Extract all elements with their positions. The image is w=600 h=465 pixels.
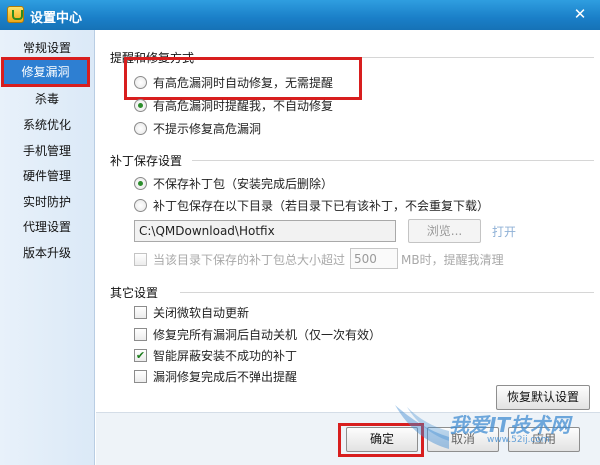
cleanup-label-pre: 当该目录下保存的补丁包总大小超过 bbox=[153, 253, 346, 267]
cleanup-label-post: MB时，提醒我清理 bbox=[401, 253, 504, 267]
checkbox-auto-shutdown[interactable]: 修复完所有漏洞后自动关机（仅一次有效） bbox=[134, 326, 381, 343]
radio-no-save-label: 不保存补丁包（安装完成后删除） bbox=[153, 177, 334, 191]
browse-button[interactable]: 浏览... bbox=[408, 219, 481, 243]
checkbox-no-popup[interactable]: 漏洞修复完成后不弹出提醒 bbox=[134, 368, 297, 385]
wings-logo-icon bbox=[395, 405, 449, 449]
sidebar-item-proxy[interactable]: 代理设置 bbox=[0, 215, 94, 239]
highlight-frame bbox=[124, 57, 362, 100]
sidebar-item-hardware[interactable]: 硬件管理 bbox=[0, 164, 94, 188]
checkbox-disable-ms-update-label: 关闭微软自动更新 bbox=[153, 306, 250, 320]
radio-no-prompt[interactable]: 不提示修复高危漏洞 bbox=[134, 120, 261, 137]
sidebar-item-antivirus[interactable]: 杀毒 bbox=[0, 87, 94, 111]
checkbox-box bbox=[134, 306, 147, 319]
radio-dot bbox=[134, 199, 147, 212]
radio-remind-me-label: 有高危漏洞时提醒我，不自动修复 bbox=[153, 99, 334, 113]
open-folder-link[interactable]: 打开 bbox=[492, 223, 516, 240]
sidebar: 常规设置 修复漏洞 杀毒 系统优化 手机管理 硬件管理 实时防护 代理设置 版本… bbox=[0, 30, 95, 465]
patch-path-input[interactable] bbox=[134, 220, 396, 242]
radio-no-prompt-label: 不提示修复高危漏洞 bbox=[153, 122, 262, 136]
close-icon[interactable]: ✕ bbox=[568, 4, 592, 24]
divider bbox=[180, 292, 594, 293]
sidebar-item-upgrade[interactable]: 版本升级 bbox=[0, 241, 94, 265]
sidebar-item-phone[interactable]: 手机管理 bbox=[0, 139, 94, 163]
sidebar-item-general[interactable]: 常规设置 bbox=[0, 36, 94, 60]
window-title: 设置中心 bbox=[30, 11, 83, 26]
sidebar-item-realtime[interactable]: 实时防护 bbox=[0, 190, 94, 214]
checkbox-auto-shutdown-label: 修复完所有漏洞后自动关机（仅一次有效） bbox=[153, 328, 382, 342]
checkbox-disable-ms-update[interactable]: 关闭微软自动更新 bbox=[134, 304, 249, 321]
checkbox-box bbox=[134, 253, 147, 266]
checkbox-box bbox=[134, 370, 147, 383]
watermark-sub: www.52ij.com bbox=[487, 435, 550, 445]
sidebar-item-system-optimize[interactable]: 系统优化 bbox=[0, 113, 94, 137]
cleanup-size-input[interactable] bbox=[350, 248, 398, 269]
patch-save-title: 补丁保存设置 bbox=[110, 154, 183, 168]
divider bbox=[192, 160, 594, 161]
checkbox-no-popup-label: 漏洞修复完成后不弹出提醒 bbox=[153, 370, 298, 384]
radio-dot bbox=[134, 122, 147, 135]
checkbox-box bbox=[134, 328, 147, 341]
radio-dot-selected bbox=[134, 99, 147, 112]
radio-save-to-dir-label: 补丁包保存在以下目录（若目录下已有该补丁，不会重复下载） bbox=[153, 199, 490, 213]
shield-app-icon bbox=[7, 6, 24, 23]
other-settings-title: 其它设置 bbox=[110, 286, 159, 300]
radio-no-save[interactable]: 不保存补丁包（安装完成后删除） bbox=[134, 175, 333, 192]
checkmark-icon: ✔ bbox=[134, 349, 147, 362]
cleanup-reminder-checkbox[interactable]: 当该目录下保存的补丁包总大小超过 bbox=[134, 251, 345, 268]
checkbox-smart-block[interactable]: ✔ 智能屏蔽安装不成功的补丁 bbox=[134, 347, 297, 364]
sidebar-item-vuln-repair[interactable]: 修复漏洞 bbox=[1, 57, 90, 87]
title-bar: 设置中心 ✕ bbox=[0, 0, 600, 30]
radio-dot-selected bbox=[134, 177, 147, 190]
watermark-main: 我爱IT技术网 bbox=[449, 413, 571, 437]
watermark: 我爱IT技术网 www.52ij.com bbox=[387, 399, 592, 459]
checkbox-smart-block-label: 智能屏蔽安装不成功的补丁 bbox=[153, 349, 298, 363]
radio-remind-me[interactable]: 有高危漏洞时提醒我，不自动修复 bbox=[134, 97, 333, 114]
radio-save-to-dir[interactable]: 补丁包保存在以下目录（若目录下已有该补丁，不会重复下载） bbox=[134, 197, 489, 214]
